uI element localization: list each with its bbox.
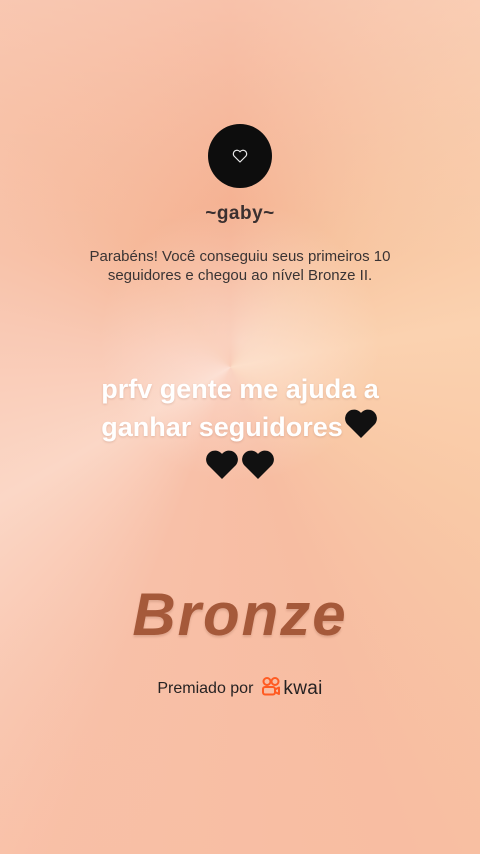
caption-line-2: ganhar seguidores — [101, 412, 343, 442]
level-title: Bronze — [132, 581, 348, 648]
congratulations-message: Parabéns! Você conseguiu seus primeiros … — [89, 248, 391, 284]
kwai-brand-icon — [261, 676, 281, 701]
user-caption: prfv gente me ajuda a ganhar seguidores — [40, 370, 440, 490]
avatar[interactable] — [208, 124, 272, 188]
caption-line-2-row: ganhar seguidores — [40, 408, 440, 449]
awarded-by-row: Premiado por kwai — [0, 676, 480, 701]
caption-line-1: prfv gente me ajuda a — [101, 374, 379, 404]
heart-outline-icon — [232, 149, 248, 163]
awarded-by-label: Premiado por — [157, 679, 254, 697]
black-heart-icon — [241, 450, 275, 490]
black-heart-icon — [205, 450, 239, 490]
achievement-card: ~gaby~ Parabéns! Você conseguiu seus pri… — [0, 0, 480, 854]
kwai-logo: kwai — [261, 676, 322, 701]
black-heart-icon — [344, 409, 378, 449]
caption-hearts-row — [40, 449, 440, 490]
kwai-brand-text: kwai — [283, 677, 323, 699]
username: ~gaby~ — [205, 203, 275, 224]
